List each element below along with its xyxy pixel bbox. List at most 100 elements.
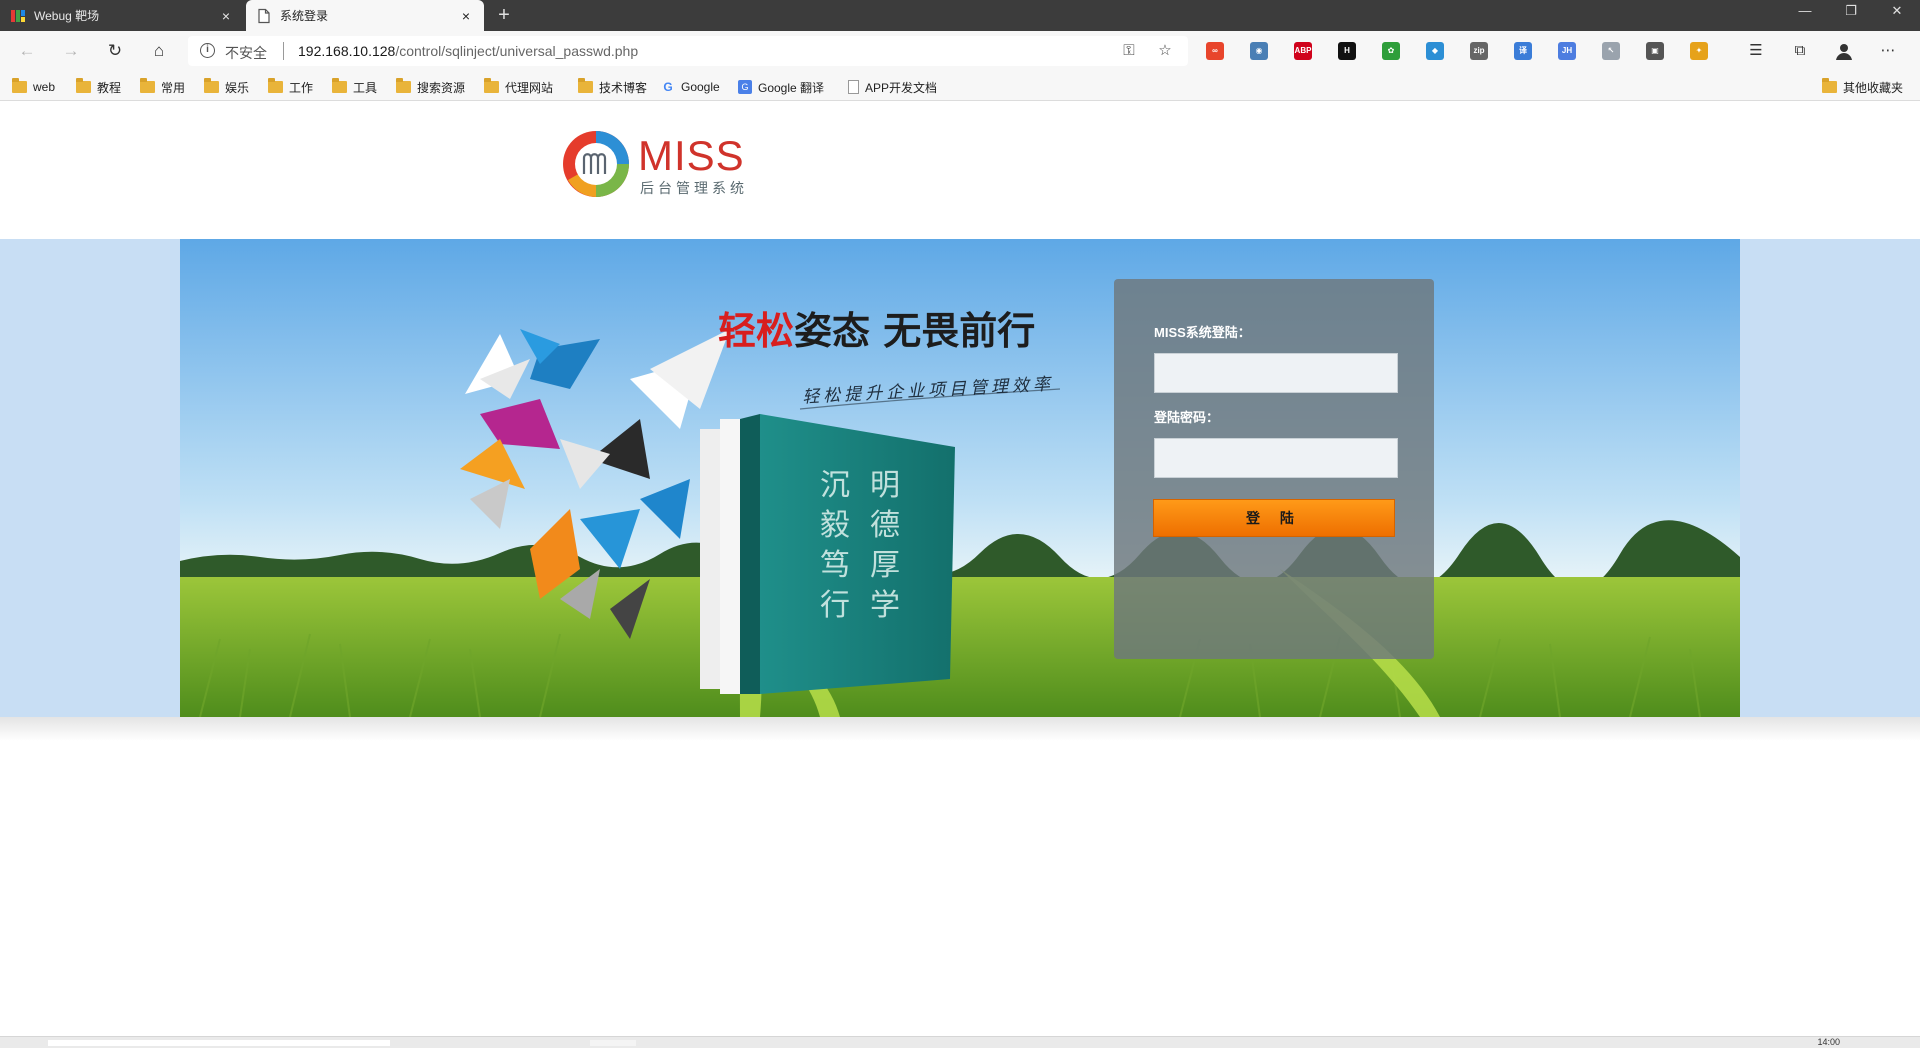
tab-title: Webug 靶场 [34, 9, 100, 23]
bookmark-item[interactable]: 娱乐 [204, 78, 249, 96]
ext-chat-icon[interactable]: ▣ [1646, 42, 1664, 60]
ext-gitzip-icon[interactable]: zip [1470, 42, 1488, 60]
tab-webug[interactable]: Webug 靶场 × [0, 0, 244, 31]
slogan-highlight: 轻松 [718, 308, 795, 353]
forward-icon[interactable]: → [58, 39, 84, 63]
tab-close-icon[interactable]: × [458, 8, 474, 24]
address-separator [283, 42, 284, 60]
more-menu-icon[interactable]: ⋯ [1878, 41, 1898, 61]
folder-icon [578, 78, 593, 93]
bookmark-item[interactable]: 代理网站 [484, 78, 553, 96]
folder-icon [268, 78, 283, 93]
bookmark-label: APP开发文档 [865, 80, 938, 95]
book-char: 学 [870, 588, 900, 623]
scrollbar-thumb[interactable] [48, 1040, 390, 1046]
username-input[interactable] [1154, 353, 1398, 393]
ext-h-icon[interactable]: H [1338, 42, 1356, 60]
ext-translate-icon[interactable]: 译 [1514, 42, 1532, 60]
logo-brand: MISS [638, 132, 745, 179]
password-input[interactable] [1154, 438, 1398, 478]
ext-cursor-icon[interactable]: ↖ [1602, 42, 1620, 60]
book-char: 德 [870, 508, 900, 543]
scrollbar-segment [590, 1040, 636, 1046]
banner-slogan: 轻松姿态 无畏前行 [718, 300, 1035, 355]
book-char: 厚 [870, 548, 900, 583]
minimize-icon[interactable]: — [1782, 0, 1828, 31]
tab-close-icon[interactable]: × [218, 8, 234, 24]
bookmarks-bar: web 教程 常用 娱乐 工作 工具 搜索资源 代理网站 技术博客 G Google G Google … [0, 71, 1920, 101]
url-text[interactable]: 192.168.10.128/control/sqlinject/univers… [298, 43, 638, 59]
bookmark-label: 搜索资源 [417, 80, 466, 95]
ext-paw-icon[interactable]: ✿ [1382, 42, 1400, 60]
password-label: 登陆密码： [1154, 410, 1220, 425]
bookmark-item[interactable]: 技术博客 [578, 78, 647, 96]
status-clock: 14:00 [1817, 1037, 1840, 1047]
horizontal-scrollbar[interactable]: 14:00 [0, 1036, 1920, 1048]
ext-jh-icon[interactable]: JH [1558, 42, 1576, 60]
banner-shadow [0, 717, 1920, 741]
ext-owl-icon[interactable]: ◉ [1250, 42, 1268, 60]
ext-adblock-icon[interactable]: ABP [1294, 42, 1312, 60]
logo-subtitle: 后台管理系统 [640, 180, 748, 196]
bookmark-item[interactable]: 搜索资源 [396, 78, 465, 96]
bookmark-label: 常用 [161, 80, 186, 95]
folder-icon [484, 78, 499, 93]
collections-icon[interactable]: ⧉ [1790, 41, 1810, 61]
book-char: 行 [820, 588, 850, 623]
reload-icon[interactable]: ↻ [102, 39, 128, 63]
bookmark-label: Google [681, 80, 720, 94]
folder-icon [332, 78, 347, 93]
profile-avatar-icon[interactable] [1834, 41, 1854, 61]
bookmark-label: 工具 [353, 80, 378, 95]
bookmark-label: Google 翻译 [758, 80, 825, 95]
bookmark-label: 代理网站 [505, 80, 554, 95]
key-icon[interactable]: ⚿ [1120, 42, 1138, 60]
hero-banner: 明 德 厚 学 沉 毅 笃 行 轻松姿态 无畏前行 轻松提升企业项目管理效率 M… [180, 239, 1740, 717]
bookmark-item[interactable]: 工作 [268, 78, 313, 96]
favorites-list-icon[interactable]: ☰ [1746, 41, 1766, 61]
username-label: MISS系统登陆： [1154, 325, 1251, 340]
bookmark-item[interactable]: 教程 [76, 78, 121, 96]
bookmark-item[interactable]: web [12, 78, 55, 96]
bookmark-label: 娱乐 [225, 80, 250, 95]
book-char: 明 [870, 468, 900, 503]
bookmark-item[interactable]: 工具 [332, 78, 377, 96]
tab-title: 系统登录 [280, 9, 329, 23]
folder-icon [204, 78, 219, 93]
browser-toolbar: ← → ↻ ⌂ i 不安全 192.168.10.128/control/sql… [0, 31, 1920, 71]
new-tab-button[interactable]: + [492, 4, 516, 28]
ext-pinwheel-icon[interactable]: ✦ [1690, 42, 1708, 60]
security-label[interactable]: 不安全 [225, 43, 267, 63]
login-submit-button[interactable]: 登 陆 [1153, 499, 1395, 537]
bookmark-item[interactable]: APP开发文档 [848, 78, 937, 96]
info-icon[interactable]: i [200, 43, 215, 58]
google-icon: G [663, 80, 673, 94]
folder-icon [396, 78, 411, 93]
ext-shield-icon[interactable]: ◆ [1426, 42, 1444, 60]
folder-icon [12, 78, 27, 93]
google-translate-icon: G [738, 80, 752, 94]
book-char: 毅 [820, 508, 850, 543]
bookmark-item[interactable]: 常用 [140, 78, 185, 96]
address-bar[interactable]: i 不安全 192.168.10.128/control/sqlinject/u… [188, 36, 1188, 66]
url-path: /control/sqlinject/universal_passwd.php [395, 43, 639, 59]
bookmark-label: 其他收藏夹 [1843, 80, 1904, 95]
bookmark-label: 技术博客 [599, 80, 648, 95]
folder-icon [140, 78, 155, 93]
favorite-star-icon[interactable]: ☆ [1156, 42, 1174, 60]
bookmark-label: web [33, 80, 56, 94]
close-icon[interactable]: ✕ [1874, 0, 1920, 31]
other-bookmarks-folder[interactable]: 其他收藏夹 [1822, 78, 1903, 96]
restore-icon[interactable]: ❐ [1828, 0, 1874, 31]
webug-favicon-icon [11, 9, 25, 22]
home-icon[interactable]: ⌂ [146, 39, 172, 63]
url-host: 192.168.10.128 [298, 43, 396, 59]
bookmark-item[interactable]: G Google 翻译 [738, 78, 824, 96]
back-icon[interactable]: ← [14, 39, 40, 63]
login-panel: MISS系统登陆： 登陆密码： 登 陆 [1114, 279, 1434, 659]
bookmark-item[interactable]: G Google [661, 78, 720, 96]
ext-infinity-icon[interactable]: ∞ [1206, 42, 1224, 60]
tab-system-login[interactable]: 系统登录 × [246, 0, 484, 31]
bookmark-label: 教程 [97, 80, 122, 95]
book-char: 沉 [820, 468, 850, 503]
